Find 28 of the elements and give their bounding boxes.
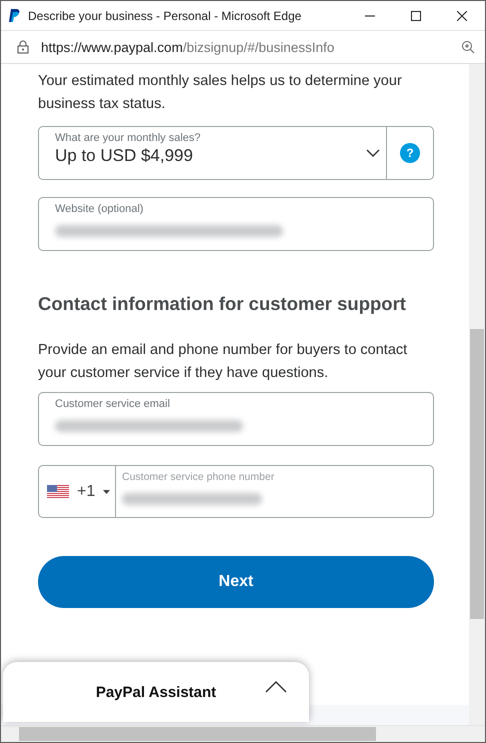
lock-icon[interactable] bbox=[17, 40, 29, 54]
sales-note: Your estimated monthly sales helps us to determine your business tax status. bbox=[38, 72, 403, 114]
field-label: Customer service email bbox=[55, 398, 171, 410]
horizontal-scrollbar[interactable] bbox=[1, 725, 485, 742]
window-title: Describe your business - Personal - Microsoft Edge bbox=[28, 8, 302, 22]
field-value: Up to USD $4,999 bbox=[55, 146, 194, 166]
address-url[interactable]: https://www.paypal.com/bizsignup/#/businessInfo bbox=[41, 40, 461, 54]
field-label: Website (optional) bbox=[55, 203, 144, 215]
email-field[interactable]: Customer service email bbox=[38, 392, 434, 446]
website-field[interactable]: Website (optional) bbox=[38, 197, 434, 251]
maximize-icon bbox=[411, 10, 421, 20]
next-button[interactable]: Next bbox=[38, 556, 434, 608]
assistant-title: PayPal Assistant bbox=[96, 684, 216, 700]
sales-select[interactable]: What are your monthly sales? Up to USD $4,999 ? bbox=[38, 126, 434, 180]
paypal-logo-icon bbox=[9, 9, 20, 22]
flag-icon bbox=[47, 484, 69, 498]
chevron-down-icon bbox=[366, 149, 380, 157]
country-code-select[interactable]: +1 bbox=[39, 466, 116, 517]
close-icon bbox=[457, 10, 467, 20]
zoom-icon[interactable] bbox=[461, 40, 475, 54]
field-label: Customer service phone number bbox=[122, 471, 276, 483]
contact-note: Provide an email and phone number for buyers to contact your customer service if they have questions. bbox=[38, 341, 408, 383]
vertical-scrollbar[interactable] bbox=[469, 64, 485, 725]
section-heading: Contact information for customer support bbox=[38, 293, 407, 315]
field-label: What are your monthly sales? bbox=[55, 132, 202, 144]
chevron-up-icon[interactable] bbox=[265, 680, 287, 694]
phone-field[interactable]: +1 Customer service phone number bbox=[38, 465, 434, 518]
caret-down-icon bbox=[103, 490, 110, 494]
